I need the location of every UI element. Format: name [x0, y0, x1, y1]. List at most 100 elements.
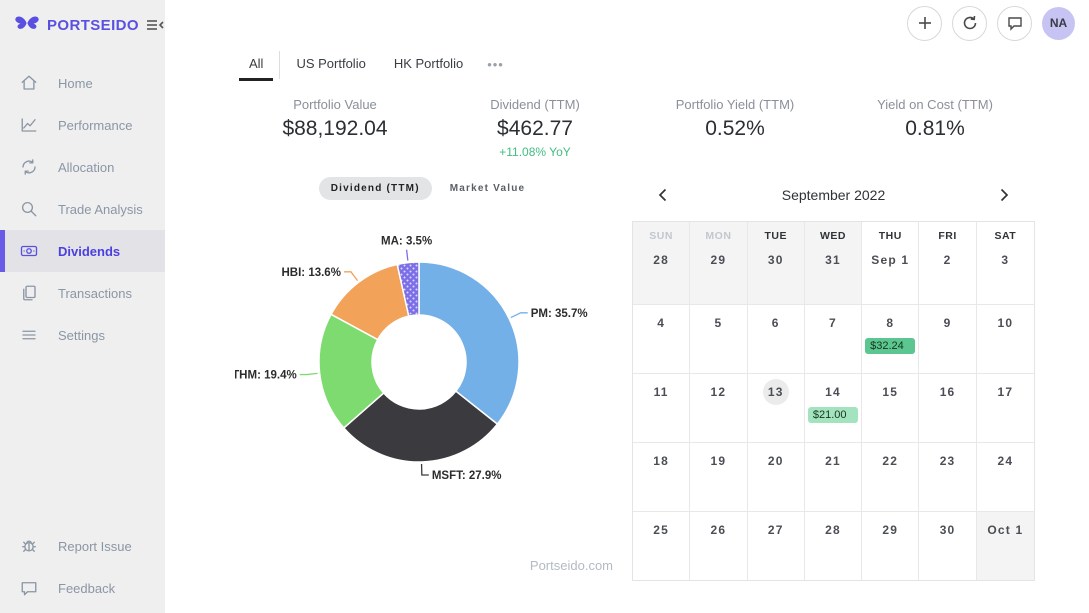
- stat-portfolio-value: Portfolio Value$88,192.04: [235, 97, 435, 159]
- tab-separator: [279, 51, 280, 79]
- calendar-day-number: 2: [935, 247, 961, 273]
- donut-slice-pm[interactable]: [419, 262, 519, 424]
- calendar-day-number: 25: [648, 517, 674, 543]
- watermark: Portseido.com: [235, 558, 621, 581]
- calendar-day-number: 15: [877, 379, 903, 405]
- add-button[interactable]: [907, 6, 942, 41]
- calendar-day-cell: 17: [977, 373, 1034, 442]
- butterfly-logo-icon: [14, 14, 40, 36]
- donut-label-athm: ATHM: 19.4%: [235, 370, 297, 382]
- calendar-day-number: 21: [820, 448, 846, 474]
- plus-icon: [917, 15, 933, 31]
- calendar-day-cell: 7: [805, 304, 862, 373]
- calendar-day-cell: 14$21.00: [805, 373, 862, 442]
- calendar-day-cell: 11: [633, 373, 690, 442]
- chart-mode-toggle: Dividend (TTM) Market Value: [235, 177, 621, 200]
- dividend-amount-badge[interactable]: $21.00: [808, 407, 858, 423]
- calendar-day-header-tue: TUE: [748, 222, 805, 242]
- sidebar-nav: Home Performance Allocation Trade Analysis D…: [0, 62, 165, 356]
- refresh-button[interactable]: [952, 6, 987, 41]
- donut-label-msft: MSFT: 27.9%: [432, 470, 502, 482]
- feedback-icon: [19, 578, 39, 598]
- toggle-dividend-ttm[interactable]: Dividend (TTM): [319, 177, 432, 200]
- sidebar-item-performance[interactable]: Performance: [0, 104, 165, 146]
- calendar-day-header-sun: SUN: [633, 222, 690, 242]
- main-content: NA AllUS PortfolioHK Portfolio••• Portfo…: [165, 0, 1089, 613]
- stat-value: 0.81%: [835, 117, 1035, 141]
- calendar-day-number: 31: [820, 247, 846, 273]
- sidebar-item-transactions[interactable]: Transactions: [0, 272, 165, 314]
- sidebar-item-label: Settings: [58, 328, 105, 343]
- sidebar-item-allocation[interactable]: Allocation: [0, 146, 165, 188]
- sidebar-item-home[interactable]: Home: [0, 62, 165, 104]
- calendar-day-cell: 23: [919, 442, 976, 511]
- calendar-day-number: 18: [648, 448, 674, 474]
- sidebar-item-settings[interactable]: Settings: [0, 314, 165, 356]
- calendar-day-header-fri: FRI: [919, 222, 976, 242]
- sidebar-item-label: Trade Analysis: [58, 202, 143, 217]
- stats-row: Portfolio Value$88,192.04Dividend (TTM) $…: [235, 97, 1035, 159]
- calendar-day-number: 19: [705, 448, 731, 474]
- calendar-day-cell: 20: [748, 442, 805, 511]
- tabs-overflow-icon[interactable]: •••: [477, 49, 514, 80]
- calendar-day-number: 22: [877, 448, 903, 474]
- calendar-day-cell: 28: [805, 511, 862, 580]
- calendar-prev-icon[interactable]: [656, 187, 670, 203]
- calendar-day-header-mon: MON: [690, 222, 747, 242]
- stat-label: Portfolio Value: [235, 97, 435, 112]
- sidebar-item-feedback[interactable]: Feedback: [0, 567, 165, 609]
- messages-button[interactable]: [997, 6, 1032, 41]
- portfolio-tabs: AllUS PortfolioHK Portfolio•••: [235, 48, 1089, 81]
- tab-hk-portfolio[interactable]: HK Portfolio: [380, 48, 477, 81]
- calendar-day-cell: 25: [633, 511, 690, 580]
- calendar-day-cell: 24: [977, 442, 1034, 511]
- tab-us-portfolio[interactable]: US Portfolio: [282, 48, 379, 81]
- transactions-icon: [19, 283, 39, 303]
- calendar-day-cell: 22: [862, 442, 919, 511]
- calendar-day-cell: 30: [919, 511, 976, 580]
- calendar-day-number: 29: [877, 517, 903, 543]
- calendar-day-cell: 29: [690, 242, 747, 304]
- calendar-day-cell: 19: [690, 442, 747, 511]
- performance-icon: [19, 115, 39, 135]
- calendar-day-cell: 2: [919, 242, 976, 304]
- calendar-day-number: 16: [935, 379, 961, 405]
- stat-value: 0.52%: [635, 117, 835, 141]
- dividend-amount-badge[interactable]: $32.24: [865, 338, 915, 354]
- toggle-market-value[interactable]: Market Value: [438, 177, 538, 200]
- stat-label: Yield on Cost (TTM): [835, 97, 1035, 112]
- calendar-day-cell: 29: [862, 511, 919, 580]
- sidebar-item-label: Dividends: [58, 244, 120, 259]
- home-icon: [19, 73, 39, 93]
- calendar-day-cell: 16: [919, 373, 976, 442]
- donut-label-hbi: HBI: 13.6%: [281, 267, 340, 279]
- sidebar-collapse-icon[interactable]: [146, 18, 164, 32]
- sidebar-item-label: Performance: [58, 118, 132, 133]
- donut-label-pm: PM: 35.7%: [531, 308, 588, 320]
- settings-icon: [19, 325, 39, 345]
- sidebar-item-dividends[interactable]: Dividends: [0, 230, 165, 272]
- calendar-day-number: 11: [648, 379, 674, 405]
- calendar-day-cell: 5: [690, 304, 747, 373]
- calendar-day-cell: 6: [748, 304, 805, 373]
- calendar-day-number: 28: [820, 517, 846, 543]
- sidebar-item-label: Feedback: [58, 581, 115, 596]
- calendar-day-cell: 3: [977, 242, 1034, 304]
- sidebar-item-report-issue[interactable]: Report Issue: [0, 525, 165, 567]
- topbar: NA: [165, 0, 1089, 46]
- calendar-day-number: 29: [705, 247, 731, 273]
- logo[interactable]: PORTSEIDO: [0, 0, 165, 46]
- sidebar-item-label: Report Issue: [58, 539, 132, 554]
- sidebar-item-trade-analysis[interactable]: Trade Analysis: [0, 188, 165, 230]
- calendar-day-cell: 28: [633, 242, 690, 304]
- stat-value: $462.77: [435, 117, 635, 141]
- tab-all[interactable]: All: [235, 48, 277, 81]
- calendar-next-icon[interactable]: [997, 187, 1011, 203]
- calendar-day-number: Sep 1: [871, 247, 909, 273]
- calendar-day-cell: 31: [805, 242, 862, 304]
- stat-label: Dividend (TTM): [435, 97, 635, 112]
- user-avatar[interactable]: NA: [1042, 7, 1075, 40]
- calendar-day-cell: Sep 1: [862, 242, 919, 304]
- calendar-title: September 2022: [782, 187, 886, 203]
- calendar-day-number: 4: [648, 310, 674, 336]
